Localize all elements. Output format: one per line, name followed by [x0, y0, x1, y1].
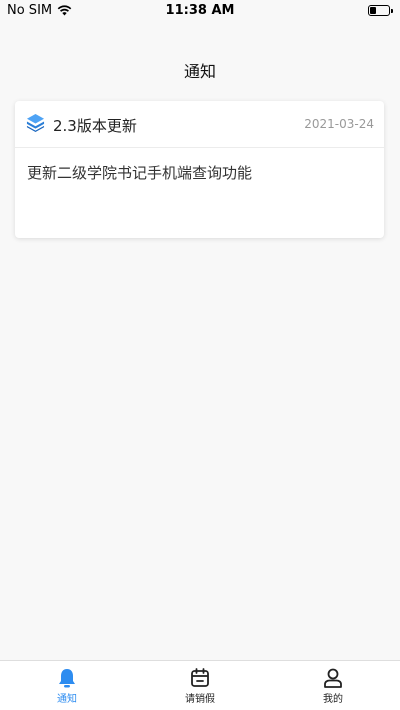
calendar-icon: [191, 668, 209, 687]
bell-icon: [59, 669, 75, 688]
tab-notifications[interactable]: 通知: [22, 661, 112, 710]
notice-card[interactable]: 2.3版本更新 2021-03-24 更新二级学院书记手机端查询功能: [15, 101, 384, 238]
tab-bar: 通知 请销假 我的: [0, 660, 400, 710]
tab-leave-request[interactable]: 请销假: [155, 661, 245, 710]
notice-card-header: 2.3版本更新 2021-03-24: [15, 101, 384, 148]
status-time: 11:38 AM: [165, 3, 235, 18]
tab-label: 请销假: [185, 694, 215, 705]
tab-label: 通知: [57, 694, 77, 705]
tab-profile[interactable]: 我的: [288, 661, 378, 710]
notice-date: 2021-03-24: [304, 117, 374, 131]
notice-content: 更新二级学院书记手机端查询功能: [27, 164, 253, 182]
status-bar: No SIM 11:38 AM: [0, 0, 400, 22]
tab-label: 我的: [323, 694, 343, 705]
layers-icon: [26, 113, 45, 132]
user-icon: [324, 668, 342, 688]
app-screen: No SIM 11:38 AM 通知 2.3版本更新 2021-03-24 更新…: [0, 0, 400, 710]
notice-title: 2.3版本更新: [53, 117, 137, 135]
battery-icon: [368, 5, 393, 16]
page-title: 通知: [183, 62, 216, 81]
